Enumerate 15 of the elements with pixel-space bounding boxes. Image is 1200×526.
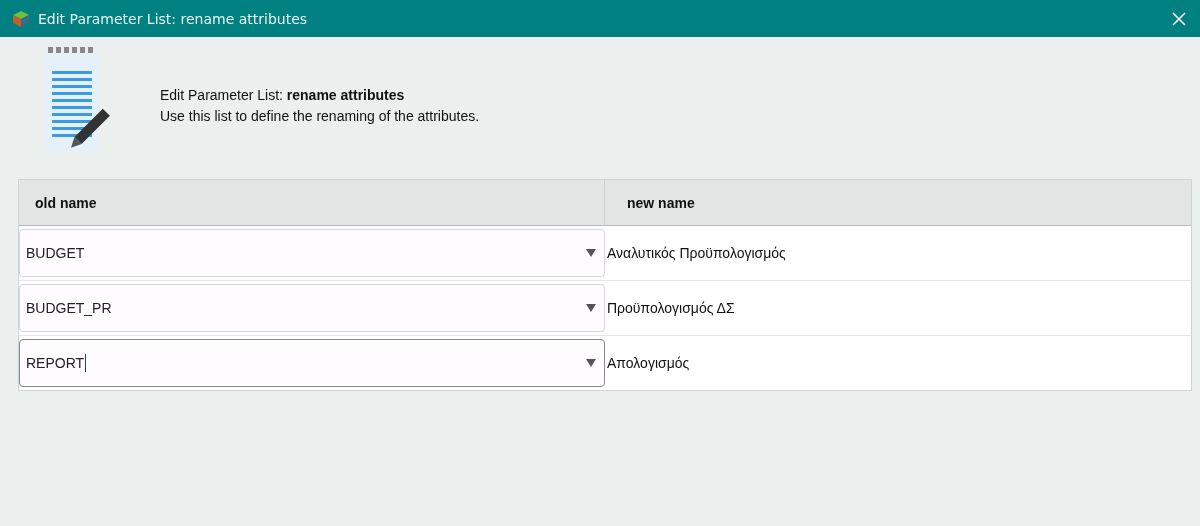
new-name-cell: Απολογισμός bbox=[607, 355, 690, 371]
window-title: Edit Parameter List: rename attributes bbox=[38, 10, 309, 27]
dialog-heading: Edit Parameter List: rename attributes bbox=[160, 86, 406, 105]
old-name-dropdown[interactable]: BUDGET bbox=[19, 229, 605, 277]
dropdown-arrow-icon bbox=[586, 359, 596, 367]
old-name-dropdown[interactable]: BUDGET_PR bbox=[19, 284, 605, 332]
dialog-description: Use this list to define the renaming of the attributes. bbox=[160, 107, 480, 126]
new-name-cell: Αναλυτικός Προϋπολογισμός bbox=[607, 245, 786, 261]
dropdown-arrow-icon bbox=[586, 304, 596, 312]
column-header: old name bbox=[19, 180, 605, 225]
old-name-dropdown[interactable]: REPORT bbox=[19, 339, 605, 387]
cube-icon bbox=[12, 9, 30, 28]
column-header: new name bbox=[626, 193, 696, 213]
dropdown-arrow-icon bbox=[586, 249, 596, 257]
new-name-cell: Προϋπολογισμός ΔΣ bbox=[607, 300, 735, 316]
